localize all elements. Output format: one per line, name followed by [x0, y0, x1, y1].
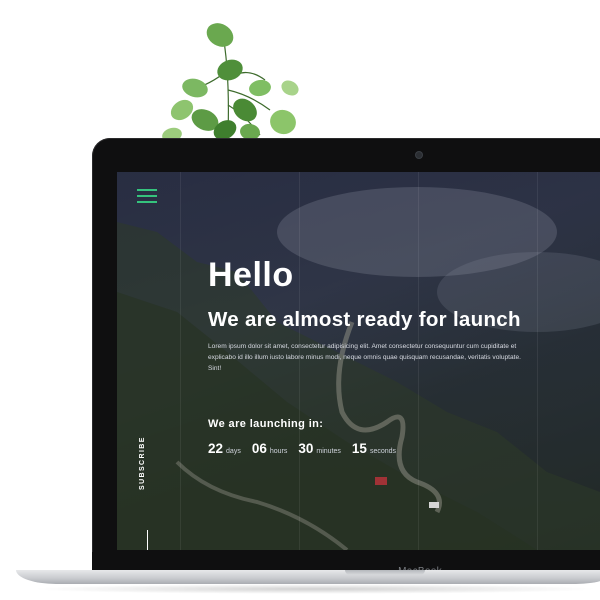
- countdown-seconds: 15 seconds: [352, 438, 396, 457]
- countdown-unit: days: [226, 448, 241, 455]
- laptop-base: [16, 570, 600, 584]
- grid-line: [537, 172, 538, 550]
- subscribe-link[interactable]: SUBSCRIBE: [139, 436, 146, 490]
- countdown-value: 22: [208, 441, 224, 456]
- countdown-minutes: 30 minutes: [298, 438, 341, 457]
- countdown-unit: minutes: [316, 448, 341, 455]
- countdown-value: 06: [251, 441, 267, 456]
- description-text: Lorem ipsum dolor sit amet, consectetur …: [208, 343, 522, 372]
- laptop-screen: Hello We are almost ready for launch Lor…: [117, 172, 600, 550]
- camera-icon: [416, 152, 422, 158]
- countdown-value: 15: [351, 441, 367, 456]
- plant-leaves-decoration: [162, 23, 299, 143]
- page-heading: Hello: [208, 256, 294, 294]
- countdown-unit: hours: [269, 448, 288, 455]
- countdown-unit: seconds: [369, 448, 397, 455]
- laptop-shadow: [30, 584, 600, 594]
- countdown-timer: 22 days 06 hours 30 minutes 15 seconds: [208, 438, 396, 457]
- countdown-days: 22 days: [208, 438, 241, 457]
- laptop-bottom-bezel: [92, 552, 600, 570]
- launch-headline: We are almost ready for launch: [208, 308, 521, 331]
- launch-label: We are launching in:: [208, 418, 324, 430]
- laptop-base-notch: [345, 570, 425, 575]
- countdown-value: 30: [298, 441, 314, 456]
- countdown-hours: 06 hours: [252, 438, 288, 457]
- grid-line: [180, 172, 181, 550]
- subscribe-divider: [147, 530, 148, 550]
- hamburger-menu-icon[interactable]: [137, 189, 157, 203]
